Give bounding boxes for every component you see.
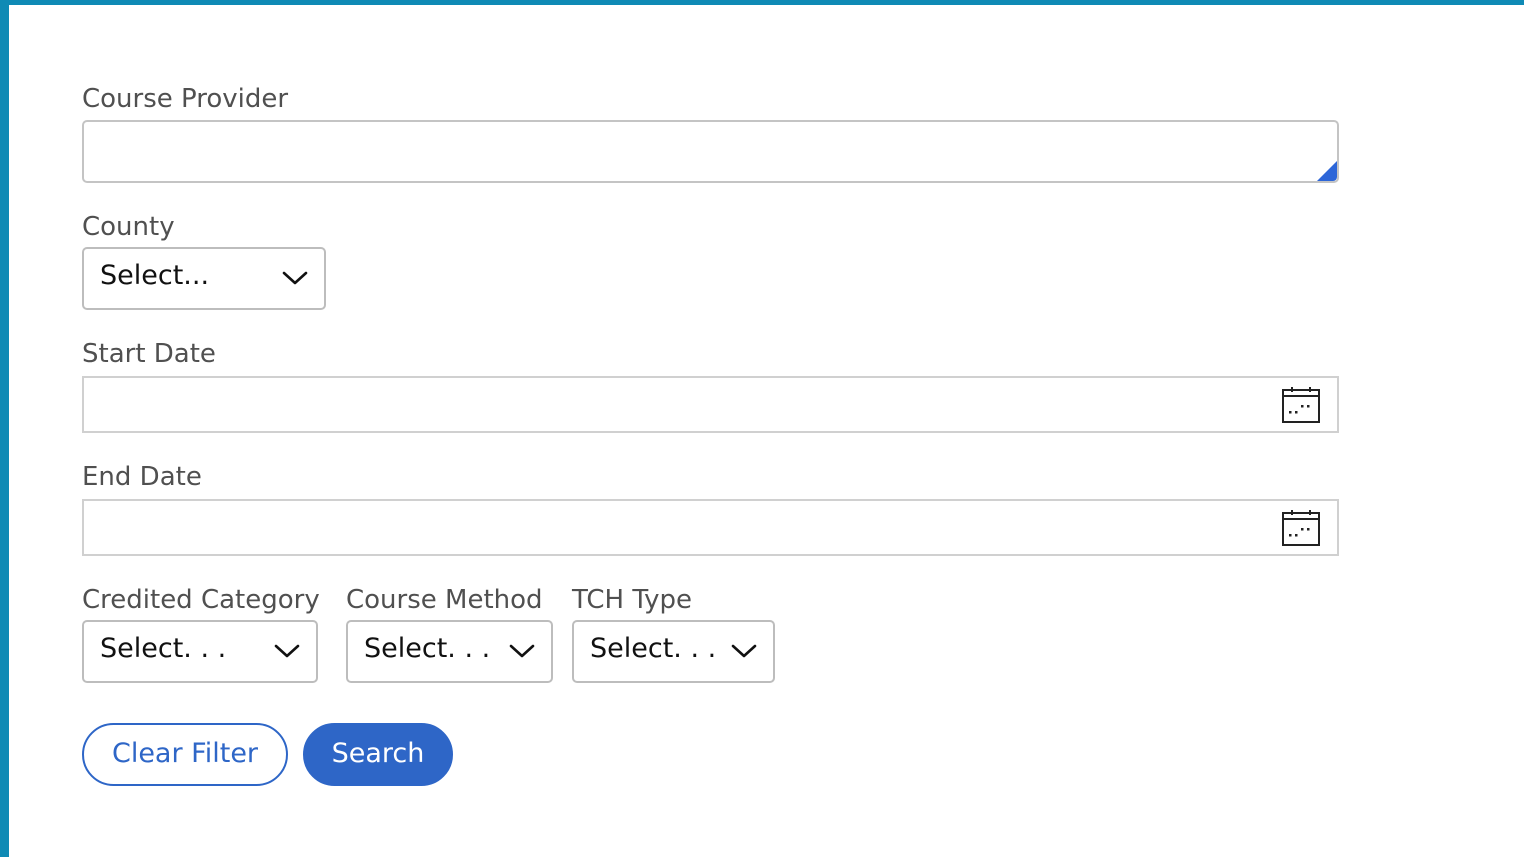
credited-category-select[interactable]: Select. . . bbox=[82, 620, 318, 683]
start-date-label: Start Date bbox=[82, 339, 216, 369]
resize-handle-icon[interactable] bbox=[1317, 161, 1337, 181]
search-button[interactable]: Search bbox=[303, 723, 453, 786]
search-label: Search bbox=[331, 738, 425, 769]
course-method-label: Course Method bbox=[346, 585, 543, 615]
chevron-down-icon bbox=[731, 644, 757, 658]
course-provider-input[interactable] bbox=[82, 120, 1339, 183]
start-date-input[interactable] bbox=[82, 376, 1339, 433]
chevron-down-icon bbox=[509, 644, 535, 658]
course-method-select-value: Select. . . bbox=[364, 633, 491, 664]
chevron-down-icon bbox=[274, 644, 300, 658]
calendar-icon[interactable] bbox=[1281, 509, 1321, 547]
tch-type-select[interactable]: Select. . . bbox=[572, 620, 775, 683]
county-label: County bbox=[82, 212, 175, 242]
credited-category-label: Credited Category bbox=[82, 585, 320, 615]
end-date-input[interactable] bbox=[82, 499, 1339, 556]
end-date-label: End Date bbox=[82, 462, 202, 492]
course-provider-label: Course Provider bbox=[82, 84, 289, 114]
county-select-value: Select... bbox=[100, 260, 210, 291]
clear-filter-button[interactable]: Clear Filter bbox=[82, 723, 288, 786]
county-select[interactable]: Select... bbox=[82, 247, 326, 310]
clear-filter-label: Clear Filter bbox=[111, 738, 259, 769]
page-frame: Course Provider County Select... Start D… bbox=[0, 0, 1524, 857]
course-method-select[interactable]: Select. . . bbox=[346, 620, 553, 683]
tch-type-label: TCH Type bbox=[572, 585, 693, 615]
chevron-down-icon bbox=[282, 271, 308, 285]
credited-category-select-value: Select. . . bbox=[100, 633, 227, 664]
tch-type-select-value: Select. . . bbox=[590, 633, 717, 664]
calendar-icon[interactable] bbox=[1281, 386, 1321, 424]
